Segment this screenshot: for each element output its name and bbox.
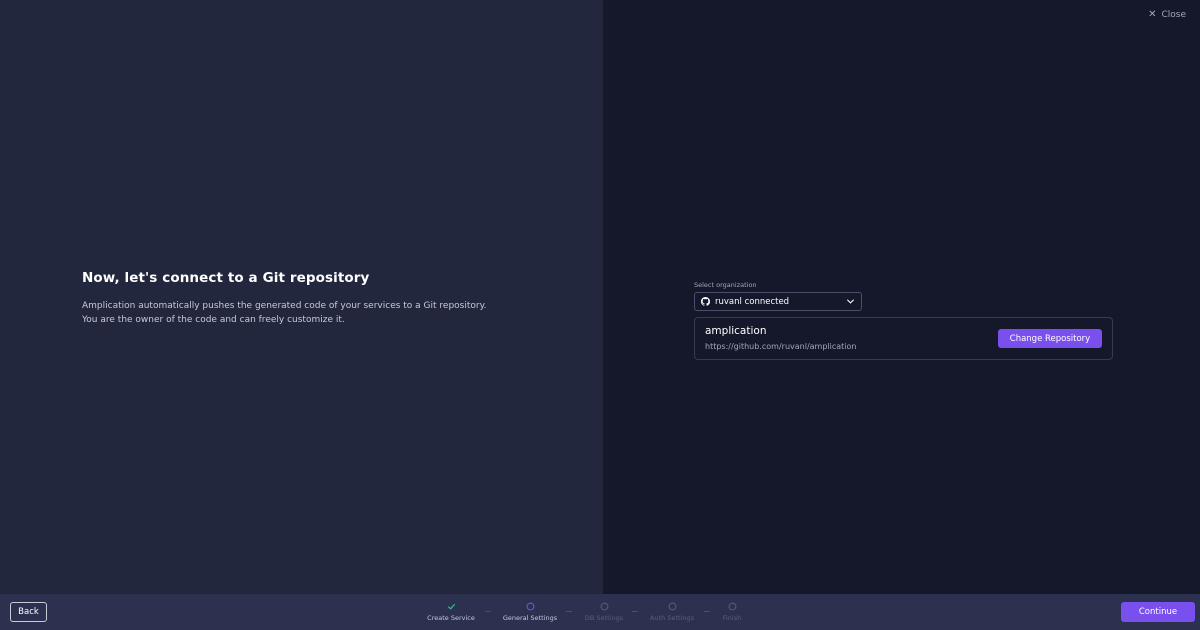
step-label: Finish	[722, 614, 742, 622]
step-create-service: Create Service	[411, 602, 491, 622]
active-step-icon	[526, 602, 535, 611]
chevron-down-icon	[846, 299, 855, 304]
page-title: Now, let's connect to a Git repository	[82, 270, 370, 286]
organization-selected-value: ruvanl connected	[715, 296, 790, 307]
intro-section: Now, let's connect to a Git repository A…	[82, 270, 502, 327]
check-icon	[447, 602, 456, 611]
organization-select[interactable]: ruvanl connected	[694, 292, 862, 311]
step-finish: Finish	[692, 602, 772, 622]
github-icon	[701, 297, 710, 306]
pending-step-icon	[728, 602, 737, 611]
intro-description-line-1: Amplication automatically pushes the gen…	[82, 301, 487, 311]
intro-panel: Now, let's connect to a Git repository A…	[0, 0, 603, 594]
repository-name: amplication	[705, 325, 767, 337]
organization-label: Select organization	[694, 281, 757, 289]
repository-url: https://github.com/ruvanl/amplication	[705, 342, 857, 351]
close-button[interactable]: ✕ Close	[1148, 9, 1186, 21]
continue-button[interactable]: Continue	[1121, 602, 1195, 622]
close-label: Close	[1161, 10, 1186, 20]
step-label: DB Settings	[584, 614, 624, 622]
pending-step-icon	[668, 602, 677, 611]
wizard-footer: Back Create Service General Settings DB …	[0, 594, 1200, 630]
wizard-steps: Create Service General Settings DB Setti…	[0, 594, 1200, 630]
repository-card: amplication https://github.com/ruvanl/am…	[694, 317, 1113, 360]
step-general-settings: General Settings	[490, 602, 570, 622]
step-label: Auth Settings	[650, 614, 694, 622]
change-repository-button[interactable]: Change Repository	[998, 329, 1102, 348]
intro-description-line-2: You are the owner of the code and can fr…	[82, 314, 345, 325]
pending-step-icon	[600, 602, 609, 611]
step-label: Create Service	[427, 614, 475, 622]
git-settings-panel	[603, 0, 1200, 594]
close-icon: ✕	[1148, 9, 1157, 20]
step-label: General Settings	[502, 614, 558, 622]
